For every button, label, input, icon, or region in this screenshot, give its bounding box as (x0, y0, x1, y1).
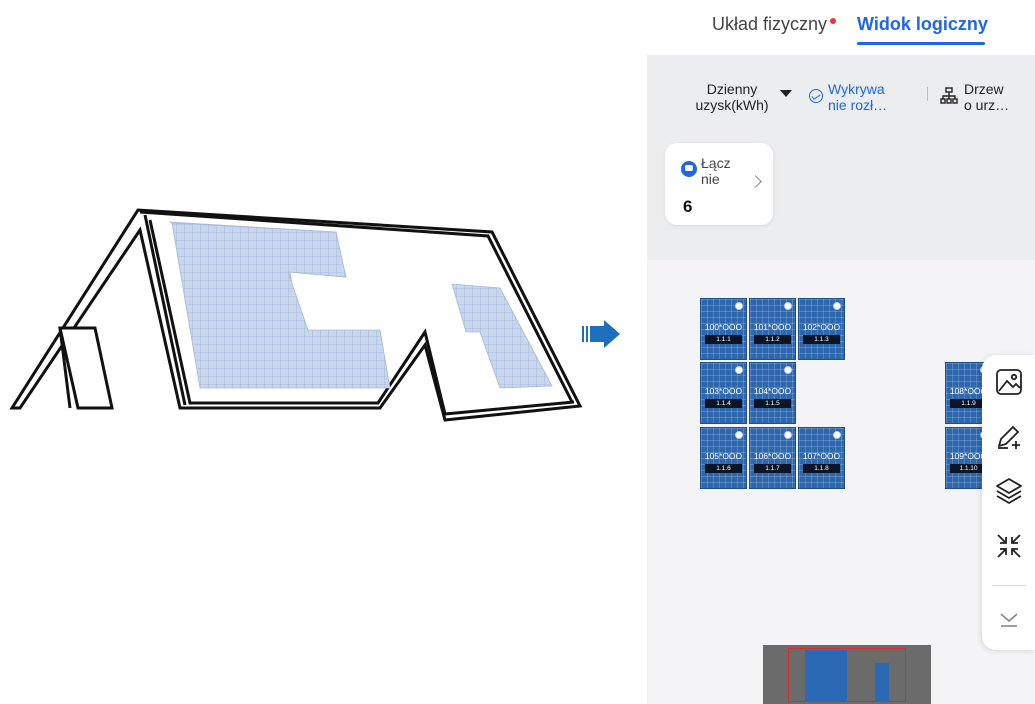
alert-dot (830, 18, 837, 24)
connection-count: 6 (683, 197, 693, 216)
panel-status-dot (735, 431, 743, 439)
daily-yield-label-2: uzysk(kWh) (695, 97, 769, 113)
panel-id: 1.1.5 (754, 399, 791, 408)
connection-label-1: Łącz (701, 155, 731, 171)
daily-yield-label-1: Dzienny (706, 81, 758, 97)
panel-1-1-1[interactable]: 100*OOO 1.1.1 (700, 298, 747, 360)
panel-status-dot (784, 431, 792, 439)
curve-label-2: nie rozł… (828, 97, 888, 113)
toolbar: Dzienny uzysk(kWh) Wykrywa nie rozł… Drz… (647, 55, 1035, 260)
panel-status-dot (784, 302, 792, 310)
layers-icon (996, 478, 1022, 504)
panel-status-dot (833, 302, 841, 310)
panel-id: 1.1.7 (754, 464, 791, 473)
minimap[interactable] (763, 645, 931, 704)
chat-icon (681, 161, 697, 177)
minimap-viewport[interactable] (788, 648, 906, 702)
panel-id: 1.1.8 (803, 464, 840, 473)
collapse-icon (997, 534, 1021, 558)
edit-button[interactable] (994, 421, 1024, 451)
panel-1-1-5[interactable]: 104*OOO 1.1.5 (749, 362, 796, 424)
panel-name: 102*OOO (802, 322, 841, 332)
collapse-button[interactable] (994, 531, 1024, 561)
image-button[interactable] (994, 367, 1024, 397)
curve-icon (809, 89, 823, 103)
panel-status-dot (833, 431, 841, 439)
view-tabs: Układ fizyczny Widok logiczny (647, 0, 1035, 52)
image-icon (996, 369, 1022, 395)
tab-logical-view[interactable]: Widok logiczny (857, 14, 988, 35)
device-tree-button[interactable]: Drzew o urz… (940, 81, 1009, 113)
toolbar-divider (927, 87, 928, 101)
panel-name: 107*OOO (802, 451, 841, 461)
chevron-right-icon (749, 175, 762, 188)
panel-1-1-4[interactable]: 103*OOO 1.1.4 (700, 362, 747, 424)
side-toolbar-divider (992, 585, 1026, 586)
side-toolbar (982, 355, 1035, 650)
panel-name: 101*OOO (753, 322, 792, 332)
panel-id: 1.1.3 (803, 335, 840, 344)
panel-name: 104*OOO (753, 386, 792, 396)
panel-id: 1.1.2 (754, 335, 791, 344)
app-panel: Układ fizyczny Widok logiczny Dzienny uz… (647, 0, 1035, 704)
panel-1-1-3[interactable]: 102*OOO 1.1.3 (798, 298, 845, 360)
logical-canvas[interactable]: 100*OOO 1.1.1 101*OOO 1.1.2 102*OOO 1.1.3 1… (647, 260, 1035, 704)
panel-name: 105*OOO (704, 451, 743, 461)
panel-name: 103*OOO (704, 386, 743, 396)
tab-physical-layout[interactable]: Układ fizyczny (712, 14, 837, 35)
panel-1-1-8[interactable]: 107*OOO 1.1.8 (798, 427, 845, 489)
panel-status-dot (784, 366, 792, 374)
panel-1-1-7[interactable]: 106*OOO 1.1.7 (749, 427, 796, 489)
tree-label-1: Drzew (964, 81, 1004, 97)
layers-button[interactable] (994, 475, 1024, 505)
curve-label-1: Wykrywa (828, 81, 885, 97)
arrow-right-icon (582, 320, 620, 348)
daily-yield-selector[interactable]: Dzienny uzysk(kWh) (687, 81, 777, 113)
panel-id: 1.1.1 (705, 335, 742, 344)
expand-more-button[interactable] (994, 603, 1024, 633)
tree-icon (940, 87, 958, 104)
active-tab-indicator (857, 42, 985, 45)
page: Układ fizyczny Widok logiczny Dzienny uz… (0, 0, 1035, 704)
edit-icon (997, 425, 1020, 449)
curve-detection-button[interactable]: Wykrywa nie rozł… (809, 81, 887, 113)
panel-1-1-2[interactable]: 101*OOO 1.1.2 (749, 298, 796, 360)
connection-card[interactable]: Łącz nie 6 (665, 143, 773, 225)
roof-illustration (9, 208, 583, 422)
panel-1-1-6[interactable]: 105*OOO 1.1.6 (700, 427, 747, 489)
chevron-down-icon (1000, 613, 1018, 627)
panel-id: 1.1.4 (705, 399, 742, 408)
connection-label: Łącz nie (701, 155, 731, 187)
connection-label-2: nie (701, 171, 720, 187)
panel-status-dot (735, 366, 743, 374)
tab-physical-label: Układ fizyczny (712, 14, 828, 34)
dropdown-caret-icon[interactable] (780, 90, 792, 97)
panel-name: 100*OOO (704, 322, 743, 332)
panel-id: 1.1.6 (705, 464, 742, 473)
tree-label-2: o urz… (964, 97, 1010, 113)
panel-name: 106*OOO (753, 451, 792, 461)
panel-status-dot (735, 302, 743, 310)
